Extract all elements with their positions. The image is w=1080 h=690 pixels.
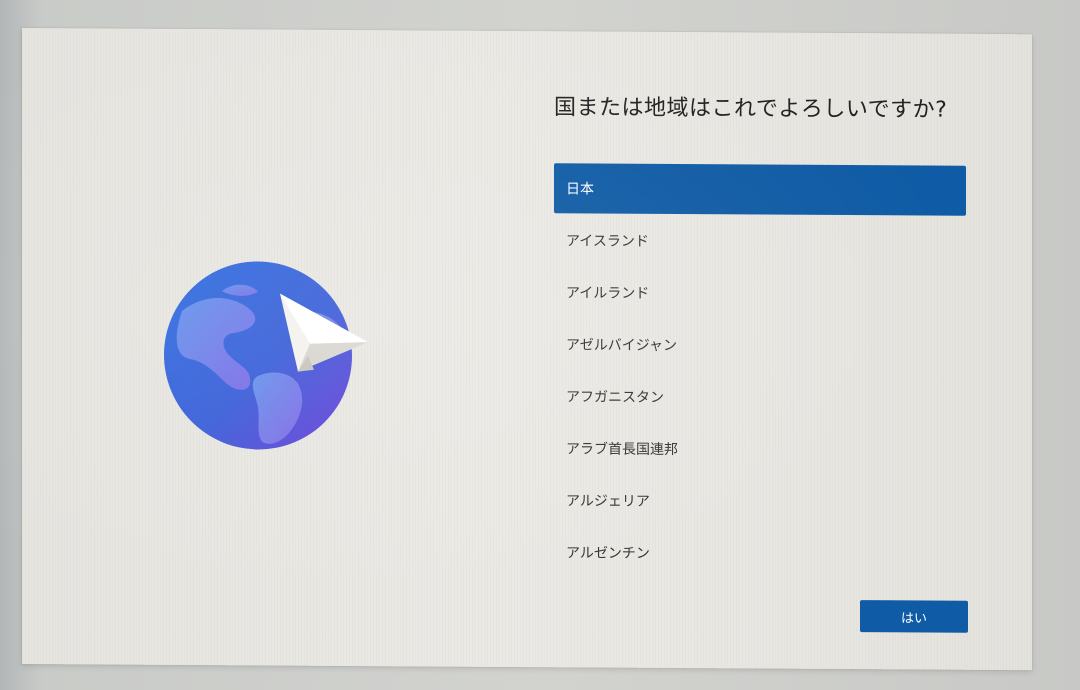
country-option-label: アイスランド — [566, 233, 649, 250]
page-title: 国または地域はこれでよろしいですか? — [554, 95, 948, 123]
country-option-afghanistan[interactable]: アフガニスタン — [554, 371, 966, 424]
globe-with-paper-plane-icon — [164, 261, 368, 450]
country-option-label: アゼルバイジャン — [566, 337, 678, 355]
country-option-label: アルゼンチン — [566, 545, 650, 562]
country-option-label: アフガニスタン — [566, 389, 664, 406]
country-list[interactable]: 日本 アイスランド アイルランド アゼルバイジャン アフガニスタン アラブ首長国… — [554, 163, 966, 582]
country-option-label: アイルランド — [566, 285, 650, 302]
country-option-uae[interactable]: アラブ首長国連邦 — [554, 423, 966, 476]
country-option-azerbaijan[interactable]: アゼルバイジャン — [554, 319, 966, 372]
country-option-iceland[interactable]: アイスランド — [554, 215, 966, 268]
yes-button[interactable]: はい — [860, 600, 968, 633]
country-option-label: 日本 — [566, 181, 594, 198]
country-option-label: アラブ首長国連邦 — [566, 441, 678, 459]
country-option-argentina[interactable]: アルゼンチン — [554, 527, 966, 580]
country-option-japan[interactable]: 日本 — [554, 163, 966, 216]
country-option-label: アルジェリア — [566, 493, 650, 510]
oobe-region-setup-panel: 国または地域はこれでよろしいですか? 日本 アイスランド アイルランド アゼルバ… — [22, 28, 1032, 671]
country-option-ireland[interactable]: アイルランド — [554, 267, 966, 320]
country-option-algeria[interactable]: アルジェリア — [554, 475, 966, 528]
